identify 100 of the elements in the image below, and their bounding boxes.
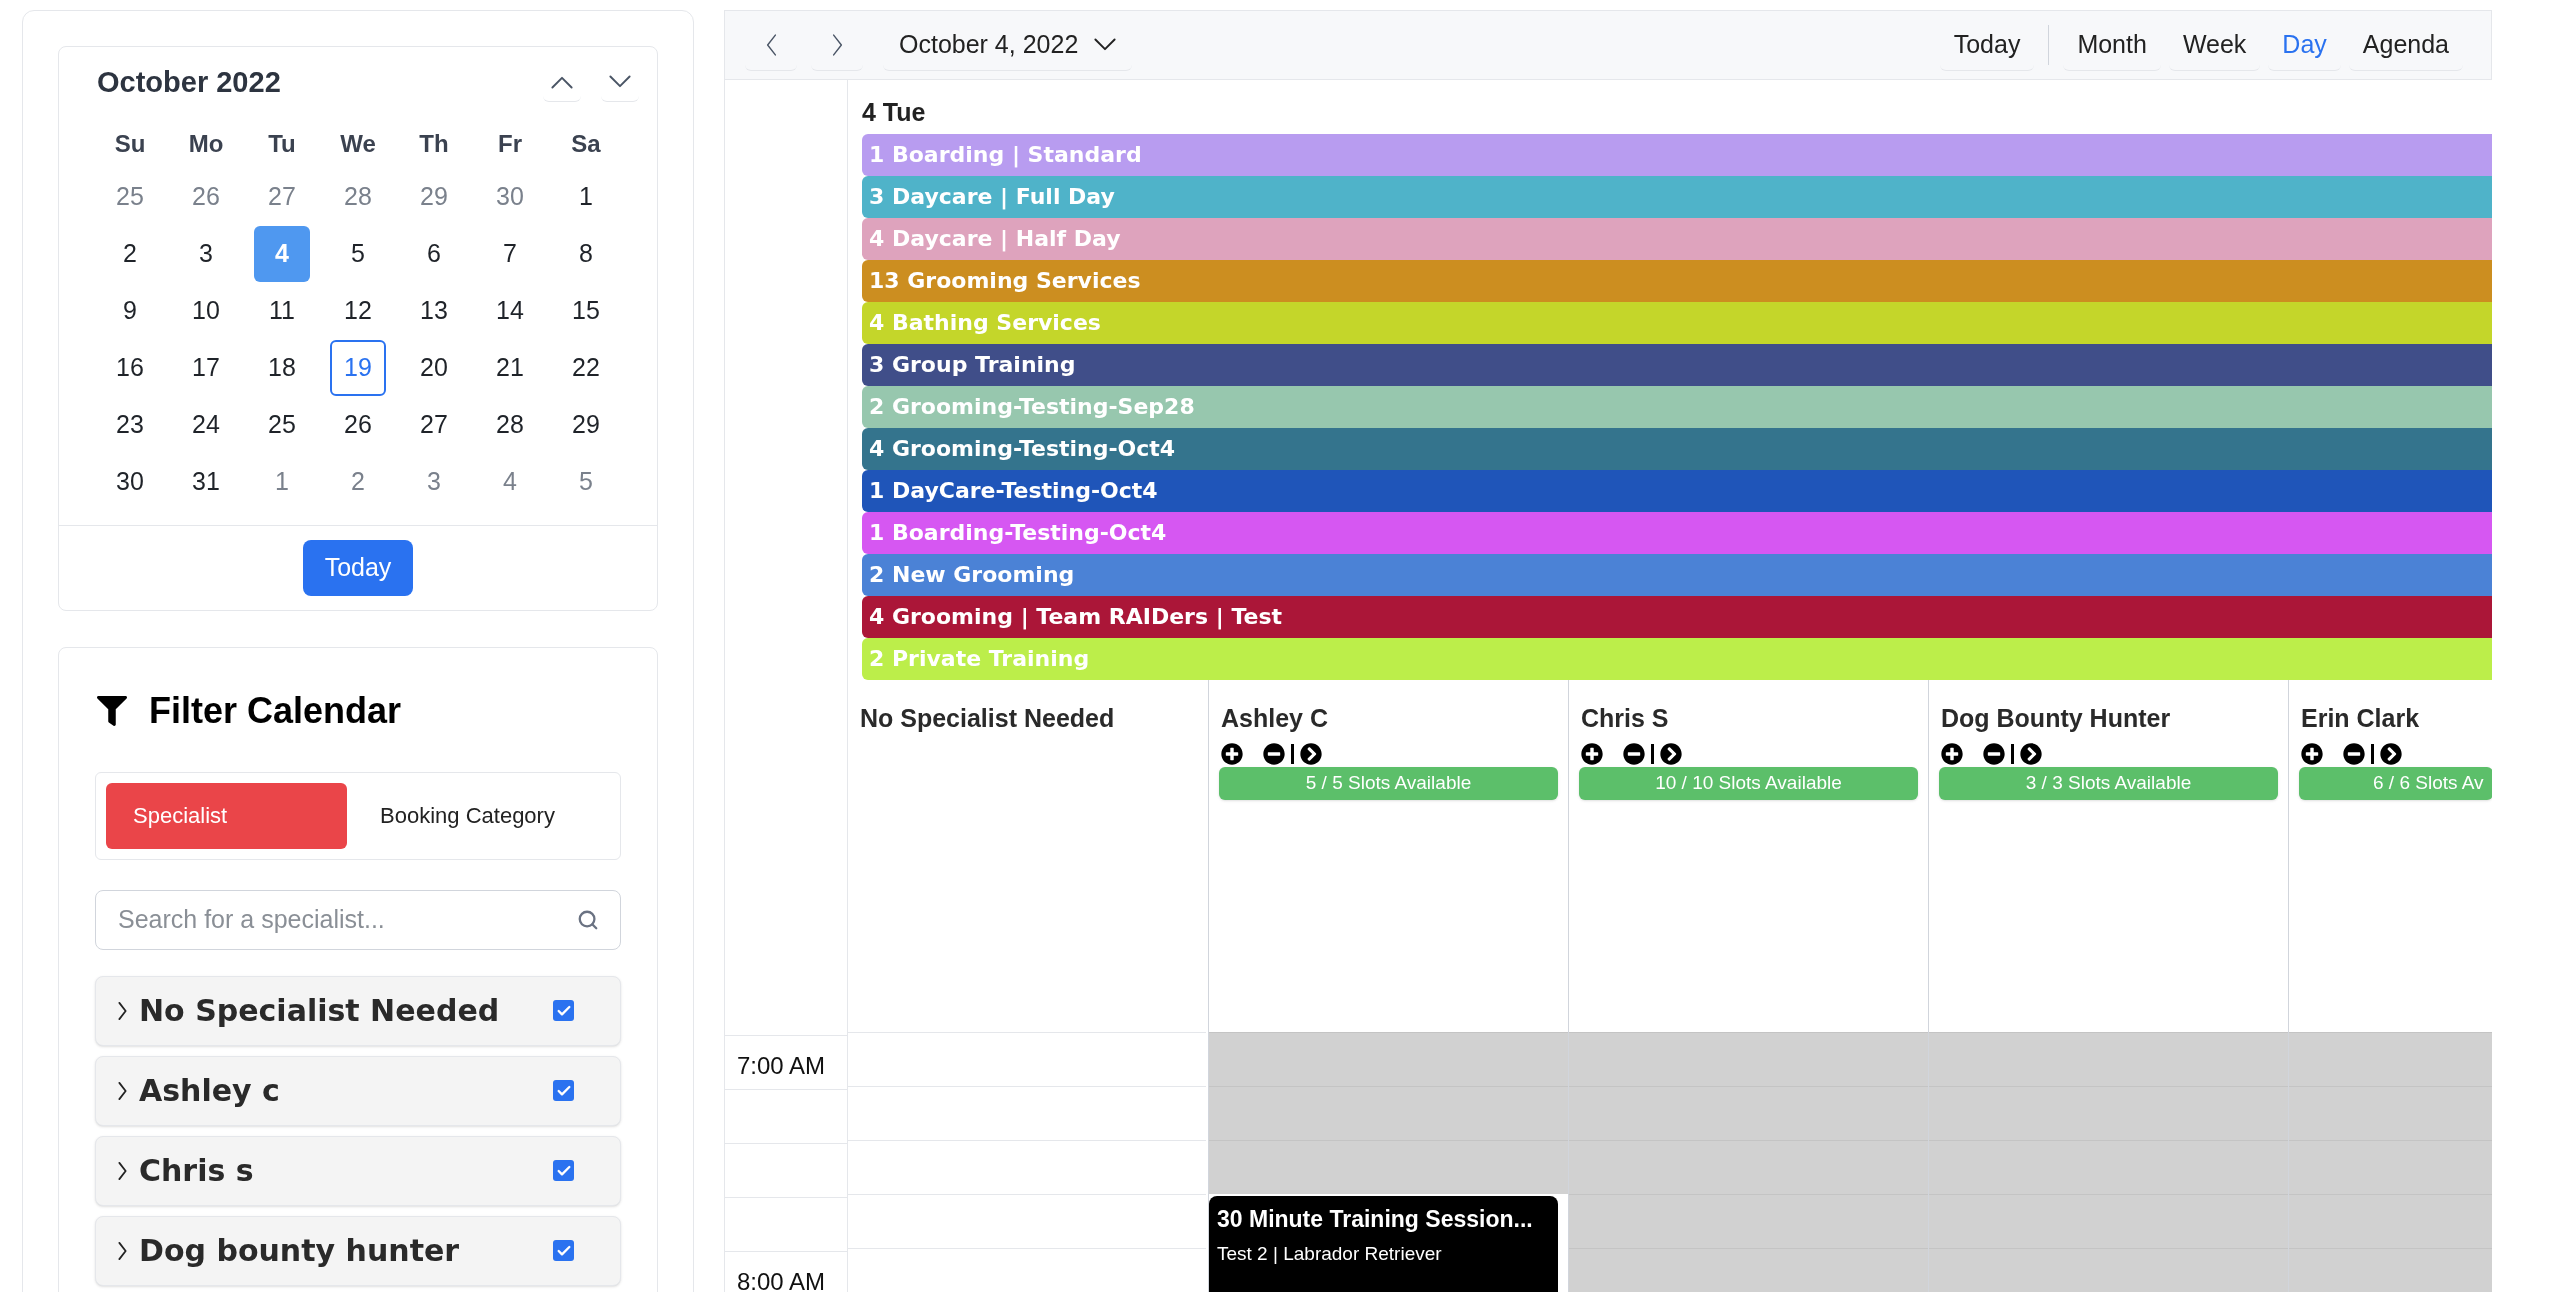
specialist-checkbox[interactable] (553, 1000, 574, 1021)
all-day-event[interactable]: 3 Group Training (862, 343, 2492, 386)
day-cell[interactable]: 26 (330, 397, 386, 453)
day-cell[interactable]: 30 (102, 454, 158, 510)
day-cell[interactable]: 16 (102, 340, 158, 396)
day-cell[interactable]: 1 (558, 169, 614, 225)
add-slot-icon[interactable] (1941, 743, 1963, 765)
day-cell[interactable]: 13 (406, 283, 462, 339)
all-day-event[interactable]: 2 New Grooming (862, 553, 2492, 596)
unavailable-slot[interactable] (1209, 1031, 1568, 1086)
unavailable-slot[interactable] (1929, 1085, 2288, 1140)
day-cell[interactable]: 27 (406, 397, 462, 453)
weekday-label: Tu (268, 128, 296, 159)
unavailable-slot[interactable] (2289, 1139, 2492, 1194)
unavailable-slot[interactable] (1569, 1085, 1928, 1140)
day-cell[interactable]: 25 (254, 397, 310, 453)
specialist-row[interactable]: Dog bounty hunter (95, 1215, 621, 1286)
view-tab[interactable]: Month (2063, 19, 2161, 71)
day-cell[interactable]: 2 (330, 454, 386, 510)
day-cell[interactable]: 22 (558, 340, 614, 396)
day-cell[interactable]: 27 (254, 169, 310, 225)
specialist-row[interactable]: No Specialist Needed (95, 975, 621, 1046)
day-cell[interactable]: 4 (482, 454, 538, 510)
all-day-event[interactable]: 4 Grooming-Testing-Oct4 (862, 427, 2492, 470)
remove-slot-icon[interactable] (2343, 743, 2365, 765)
remove-slot-icon[interactable] (1983, 743, 2005, 765)
all-day-event[interactable]: 4 Grooming | Team RAIDers | Test (862, 595, 2492, 638)
day-cell[interactable]: 17 (178, 340, 234, 396)
unavailable-slot[interactable] (2289, 1247, 2492, 1292)
day-cell[interactable]: 20 (406, 340, 462, 396)
day-cell[interactable]: 2 (102, 226, 158, 282)
day-cell[interactable]: 15 (558, 283, 614, 339)
day-cell[interactable]: 14 (482, 283, 538, 339)
day-cell[interactable]: 6 (406, 226, 462, 282)
next-arrow-icon[interactable] (2380, 743, 2402, 765)
unavailable-slot[interactable] (2289, 1085, 2492, 1140)
unavailable-slot[interactable] (1209, 1085, 1568, 1140)
add-slot-icon[interactable] (1581, 743, 1603, 765)
add-slot-icon[interactable] (2301, 743, 2323, 765)
day-cell[interactable]: 5 (558, 454, 614, 510)
view-tab[interactable]: Week (2168, 19, 2261, 71)
unavailable-slot[interactable] (2289, 1031, 2492, 1086)
day-cell[interactable]: 19 (330, 340, 386, 396)
day-cell[interactable]: 24 (178, 397, 234, 453)
remove-slot-icon[interactable] (1263, 743, 1285, 765)
day-cell[interactable]: 30 (482, 169, 538, 225)
day-cell[interactable]: 23 (102, 397, 158, 453)
unavailable-slot[interactable] (1569, 1031, 1928, 1086)
day-cell[interactable]: 11 (254, 283, 310, 339)
remove-slot-icon[interactable] (1623, 743, 1645, 765)
today-button[interactable]: Today (302, 539, 414, 596)
unavailable-slot[interactable] (1929, 1247, 2288, 1292)
unavailable-slot[interactable] (1929, 1031, 2288, 1086)
day-cell[interactable]: 25 (102, 169, 158, 225)
unavailable-slot[interactable] (1569, 1247, 1928, 1292)
specialist-checkbox[interactable] (553, 1240, 574, 1261)
next-arrow-icon[interactable] (1660, 743, 1682, 765)
day-cell[interactable]: 10 (178, 283, 234, 339)
day-cell[interactable]: 9 (102, 283, 158, 339)
search-field[interactable]: Search for a specialist... (95, 889, 621, 950)
filter-tab[interactable]: Specialist (106, 782, 347, 849)
specialist-checkbox[interactable] (553, 1080, 574, 1101)
day-cell[interactable]: 3 (406, 454, 462, 510)
appointment-event[interactable]: 30 Minute Training Session... Test 2 | Labrador Retriever (1209, 1195, 1558, 1292)
next-arrow-icon[interactable] (1300, 743, 1322, 765)
expand-chevron-icon (118, 1001, 127, 1020)
resource-name: Chris S (1580, 702, 1670, 734)
unavailable-slot[interactable] (1209, 1139, 1568, 1194)
unavailable-slot[interactable] (1569, 1193, 1928, 1248)
unavailable-slot[interactable] (2289, 1193, 2492, 1248)
day-cell[interactable]: 18 (254, 340, 310, 396)
day-cell[interactable]: 12 (330, 283, 386, 339)
day-cell[interactable]: 7 (482, 226, 538, 282)
separator-bar (1291, 744, 1294, 764)
day-cell[interactable]: 21 (482, 340, 538, 396)
day-cell[interactable]: 31 (178, 454, 234, 510)
day-cell[interactable]: 28 (482, 397, 538, 453)
day-cell[interactable]: 29 (558, 397, 614, 453)
chevron-left-icon (765, 33, 777, 56)
resource-name: Dog Bounty Hunter (1940, 702, 2172, 734)
day-cell[interactable]: 26 (178, 169, 234, 225)
unavailable-slot[interactable] (1929, 1193, 2288, 1248)
day-cell[interactable]: 3 (178, 226, 234, 282)
specialist-row[interactable]: Ashley c (95, 1055, 621, 1126)
all-day-event[interactable]: 1 DayCare-Testing-Oct4 (862, 469, 2492, 512)
day-cell[interactable]: 28 (330, 169, 386, 225)
date-dropdown[interactable]: October 4, 2022 (883, 19, 1133, 71)
day-cell[interactable]: 1 (254, 454, 310, 510)
day-cell[interactable]: 8 (558, 226, 614, 282)
day-cell[interactable]: 5 (330, 226, 386, 282)
specialist-row[interactable]: Chris s (95, 1135, 621, 1206)
view-tab[interactable]: Agenda (2348, 19, 2463, 71)
unavailable-slot[interactable] (1569, 1139, 1928, 1194)
unavailable-slot[interactable] (1929, 1139, 2288, 1194)
next-arrow-icon[interactable] (2020, 743, 2042, 765)
specialist-checkbox[interactable] (553, 1160, 574, 1181)
today-button[interactable]: Today (1939, 19, 2035, 71)
view-tab[interactable]: Day (2268, 19, 2341, 71)
day-cell[interactable]: 29 (406, 169, 462, 225)
add-slot-icon[interactable] (1221, 743, 1243, 765)
